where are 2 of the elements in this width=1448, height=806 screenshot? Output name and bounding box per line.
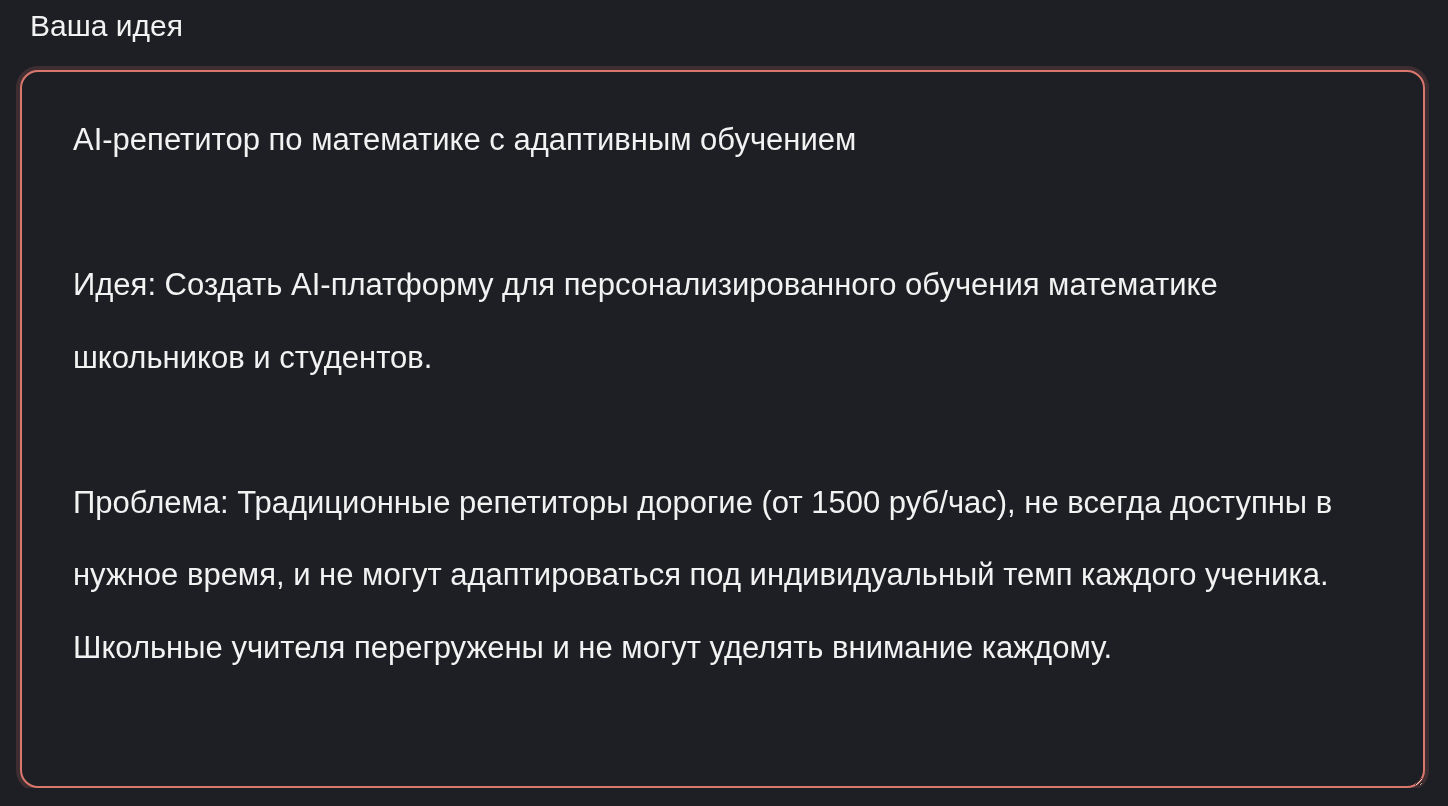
idea-text-area[interactable]: AI-репетитор по математике с адаптивным обучением Идея: Создать AI-платформу для персонализированного обучения математике школьников и студентов. Проблема: Традиционные репетиторы дорогие (от 1500 руб/час), не всегда доступны в нужное время, и не могут адаптироваться под индивидуальный темп каждого ученика. Школьные учителя перегружены и не могут уделять внимание каждому.	[20, 70, 1425, 788]
field-label: Ваша идея	[29, 8, 184, 44]
